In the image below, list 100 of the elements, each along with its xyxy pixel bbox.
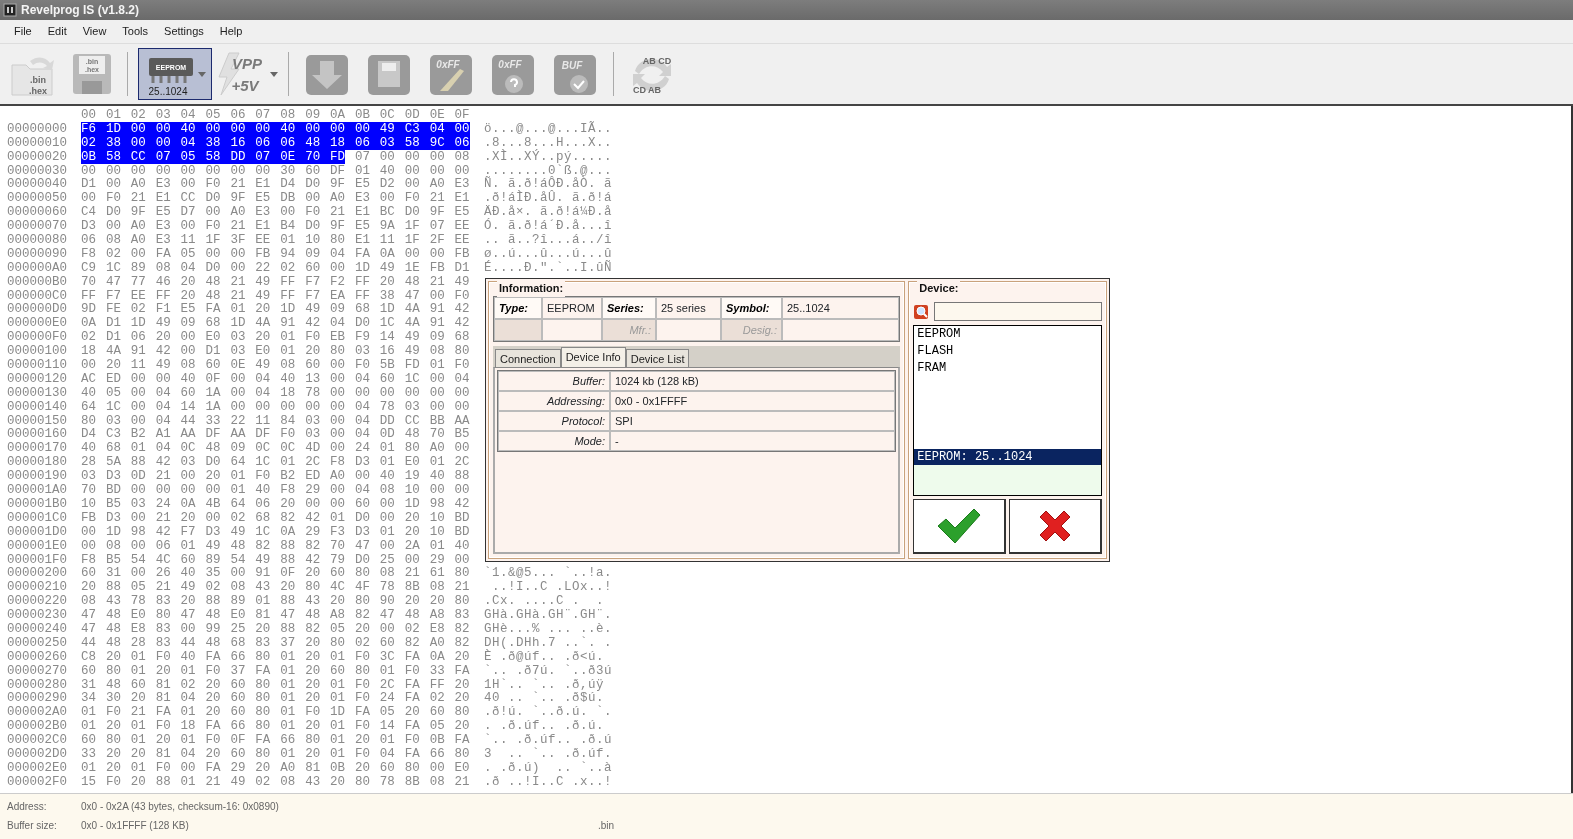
hex-bytes[interactable]: F8 02 00 FA 05 00 00 FB 94 09 04 FA 0A 00 00 FB — [81, 246, 470, 261]
menu-item[interactable]: Help — [211, 21, 251, 42]
hex-bytes[interactable]: D3 00 A0 E3 00 F0 21 E1 B4 D0 9F E5 9A 1F 07 EE — [81, 219, 470, 234]
hex-address: 000002B0 — [6, 720, 68, 734]
window-title: Revelprog IS (v1.8.2) — [21, 2, 140, 19]
checkmark-icon — [936, 508, 983, 544]
tab[interactable]: Connection — [495, 349, 561, 367]
hex-bytes[interactable]: D4 C3 B2 A1 AA DF AA DF F0 03 00 04 0D 48 70 B5 — [81, 427, 470, 442]
hex-address: 00000030 — [6, 164, 68, 178]
ascii-text: .Cx. ....C . . — [484, 595, 605, 609]
hex-address: 00000190 — [6, 470, 68, 484]
ascii-text: . .ð.úf.. .ð.ú. — [484, 720, 605, 734]
hex-bytes[interactable]: 15 F0 20 88 01 21 49 02 08 43 20 80 78 8B 08 21 — [81, 774, 470, 789]
hex-bytes[interactable]: 44 48 28 83 44 48 68 83 37 20 80 02 60 82 A0 82 — [81, 635, 470, 650]
hex-bytes[interactable]: C4 D0 9F E5 D7 00 A0 E3 00 F0 21 E1 BC D0 9F E5 — [81, 205, 470, 220]
hex-bytes[interactable]: 40 05 00 04 60 1A 00 04 18 78 00 00 00 00 00 00 — [81, 385, 470, 400]
selected-hex-bytes[interactable]: F6 1D 00 00 40 00 00 00 40 00 00 00 49 C3 04 00 — [81, 121, 470, 136]
hex-bytes[interactable]: 01 20 01 F0 00 FA 29 20 A0 81 0B 20 60 80 00 E0 — [81, 760, 470, 775]
hex-bytes[interactable]: C8 20 01 F0 40 FA 66 80 01 20 01 F0 3C FA 0A 20 — [81, 649, 470, 664]
ok-button[interactable] — [913, 499, 1007, 554]
ascii-text: ø..ú...û...ú...û — [484, 247, 613, 261]
hex-bytes[interactable]: FB D3 00 21 20 00 02 68 82 42 01 D0 00 20 10 BD — [81, 510, 470, 525]
status-value: 0x0 - 0x1FFFF (128 KB) — [81, 819, 190, 833]
hex-bytes[interactable]: 60 31 00 26 40 35 00 91 0F 20 60 80 08 21 61 80 — [81, 566, 470, 581]
menu-item[interactable]: Tools — [114, 21, 157, 42]
hex-bytes[interactable]: 60 80 01 20 01 F0 37 FA 01 20 60 80 01 F0 33 FA — [81, 663, 470, 678]
menu-item[interactable]: File — [6, 21, 40, 42]
list-item[interactable]: FRAM — [914, 360, 1101, 377]
hex-address: 000002A0 — [6, 706, 68, 720]
tab[interactable]: Device List — [625, 349, 690, 367]
list-item[interactable]: FLASH — [914, 343, 1101, 360]
cancel-button[interactable] — [1009, 499, 1102, 554]
ascii-text: ö...@...@...IÃ.. — [484, 122, 613, 137]
hex-address: 00000060 — [6, 206, 68, 220]
hex-address: 00000050 — [6, 192, 68, 206]
hex-address: 000002E0 — [6, 761, 68, 776]
hex-bytes[interactable]: 06 08 A0 E3 11 1F 3F EE 01 10 80 E1 11 1F 2F EE — [81, 233, 470, 247]
list-item[interactable]: EEPROM — [914, 326, 1101, 343]
hex-bytes[interactable]: 02 D1 06 20 00 E0 03 20 01 F0 EB F9 14 49 09 68 — [81, 330, 470, 345]
tab[interactable]: Device Info — [560, 347, 626, 367]
hex-bytes[interactable]: 10 B5 03 24 0A 4B 64 06 20 00 00 60 00 1D 98 42 — [81, 496, 470, 511]
hex-bytes[interactable]: 9D FE 02 F1 E5 FA 01 20 1D 49 09 68 1D 4A 91 42 — [81, 302, 470, 317]
field-label: Desig.: — [721, 319, 782, 341]
hex-bytes[interactable]: 70 BD 00 00 00 00 01 40 F8 29 00 04 08 10 00 00 — [81, 483, 470, 498]
hex-bytes[interactable]: 01 20 01 F0 18 FA 66 80 01 20 01 F0 14 FA 05 20 — [81, 719, 470, 734]
file-extension: .bin — [598, 819, 615, 833]
hex-bytes[interactable]: F8 B5 54 4C 60 89 54 49 88 42 79 D0 25 00 29 00 — [81, 552, 470, 567]
hex-bytes[interactable]: 64 1C 00 04 14 1A 00 00 00 00 00 04 78 03 00 00 — [81, 399, 470, 414]
field-value: 25 series — [656, 297, 721, 319]
hex-address: 00000010 — [6, 136, 68, 151]
ascii-text: .8...8...H...X.. — [484, 136, 613, 150]
ascii-text: .ð!ú. `..ð.ú. `. — [484, 706, 613, 720]
hex-address: 00000200 — [6, 567, 68, 581]
menu-item[interactable]: View — [74, 21, 115, 42]
ascii-text: .ð!áÌÐ.åÛ. ã.ð!á — [484, 192, 613, 206]
hex-address: 000001B0 — [6, 497, 68, 512]
selected-device[interactable]: EEPROM: 25..1024 — [914, 449, 1101, 465]
search-field[interactable] — [934, 302, 1102, 321]
ascii-text: ........0`ß.@... — [484, 164, 613, 178]
ascii-text: 1H`.. `.. .ð,úÿ — [484, 678, 605, 692]
hex-address: 000000B0 — [6, 275, 68, 290]
hex-bytes[interactable]: 18 4A 91 42 00 D1 03 E0 01 20 80 03 16 49 08 80 — [81, 344, 470, 359]
hex-address: 00000170 — [6, 442, 68, 456]
hex-bytes[interactable]: D1 00 A0 E3 00 F0 21 E1 D4 D0 9F E5 D2 00 A0 E3 — [81, 177, 470, 192]
hex-bytes[interactable]: 00 00 00 00 00 00 00 00 30 60 DF 01 40 00 00 00 — [81, 163, 470, 178]
field-label: Symbol: — [721, 297, 782, 319]
hex-bytes[interactable]: FF F7 EE FF 20 48 21 49 FF F7 EA FF 38 47 00 F0 — [81, 288, 470, 303]
hex-address: 000000C0 — [6, 289, 68, 303]
search-icon — [913, 303, 931, 320]
hex-bytes[interactable]: 08 43 78 83 20 88 89 01 88 43 20 80 90 20 20 80 — [81, 594, 470, 609]
hex-bytes[interactable]: 70 47 77 46 20 48 21 49 FF F7 F2 FF 20 48 21 49 — [81, 274, 470, 289]
hex-bytes[interactable]: 47 48 E0 80 47 48 E0 81 47 48 A8 82 47 48 A8 83 — [81, 608, 470, 623]
menu-item[interactable]: Edit — [39, 21, 75, 42]
hex-bytes[interactable]: AC ED 00 00 40 0F 00 04 40 13 00 04 60 1C 00 04 — [81, 371, 470, 386]
hex-bytes[interactable]: 03 D3 0D 21 00 20 01 F0 B2 ED A0 00 40 19 40 88 — [81, 469, 470, 484]
hex-bytes[interactable]: 31 48 60 81 02 20 60 80 01 20 01 F0 2C FA FF 20 — [81, 677, 470, 692]
ascii-text: GHè...% ... ..è. — [484, 622, 613, 636]
caret-icon — [270, 71, 278, 77]
hex-bytes[interactable]: 0A D1 1D 49 09 68 1D 4A 91 42 04 D0 1C 4A 91 42 — [81, 316, 470, 331]
menu-item[interactable]: Settings — [156, 21, 212, 42]
hex-bytes[interactable]: 40 68 01 04 0C 48 09 0C 0C 4D 00 24 01 80 A0 00 — [81, 441, 470, 456]
hex-bytes[interactable]: 00 1D 98 42 F7 D3 49 1C 0A 29 F3 D3 01 20 10 BD — [81, 524, 470, 539]
hex-bytes[interactable]: 20 88 05 21 49 02 08 43 20 80 4C 4F 78 8B 08 21 — [81, 580, 470, 595]
hex-bytes[interactable]: 34 30 20 81 04 20 60 80 01 20 01 F0 24 FA 02 20 — [81, 691, 470, 706]
hex-bytes[interactable]: 60 80 01 20 01 F0 0F FA 66 80 01 20 01 F0 0B FA — [81, 733, 470, 748]
hex-bytes[interactable]: 28 5A 88 42 03 D0 64 1C 01 2C F8 D3 01 E0 01 2C — [81, 455, 470, 470]
hex-bytes[interactable]: C9 1C 89 08 04 D0 00 22 02 60 00 1D 49 1E FB D1 — [81, 260, 470, 275]
app-icon — [3, 3, 17, 17]
hex-bytes[interactable]: 80 03 00 04 44 33 22 11 84 03 00 04 DD CC BB AA — [81, 413, 470, 428]
ascii-text: .. ã..?î...á../î — [484, 234, 613, 248]
ascii-text: GHà.GHà.GH¨.GH¨. — [484, 609, 613, 623]
hex-address: 000001C0 — [6, 511, 68, 526]
hex-bytes[interactable]: 00 F0 21 E1 CC D0 9F E5 DB 00 A0 E3 00 F0 21 E1 — [81, 191, 470, 206]
hex-bytes[interactable]: 07 00 00 00 08 — [354, 149, 470, 164]
hex-bytes[interactable]: 00 08 00 06 01 49 48 82 88 82 70 47 00 2A 01 40 — [81, 538, 470, 553]
hex-bytes[interactable]: 01 F0 21 FA 01 20 60 80 01 F0 1D FA 05 20 60 80 — [81, 705, 470, 720]
hex-bytes[interactable]: 00 20 11 49 08 60 0E 49 08 60 00 F0 5B FD 01 F0 — [81, 358, 470, 373]
hex-address: 000001A0 — [6, 484, 68, 498]
hex-bytes[interactable]: 33 20 20 81 04 20 60 80 01 20 01 F0 04 FA 66 80 — [81, 746, 470, 761]
hex-bytes[interactable]: 47 48 E8 83 00 99 25 20 88 82 05 20 00 02 E8 82 — [81, 621, 470, 636]
